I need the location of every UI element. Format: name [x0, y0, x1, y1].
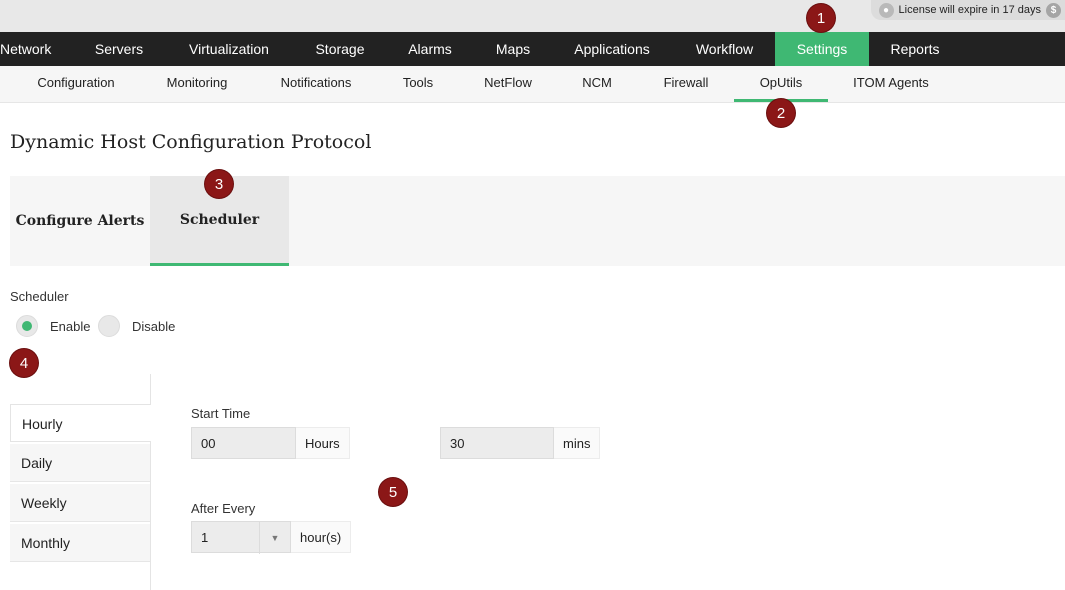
sub-nav: Configuration Monitoring Notifications T… [0, 66, 1065, 103]
caret-down-icon[interactable]: ▼ [259, 522, 290, 554]
enable-label[interactable]: Enable [50, 319, 90, 334]
callout-2: 2 [767, 99, 795, 127]
license-strip: ● License will expire in 17 days $ [0, 0, 1065, 32]
after-every-select[interactable]: 1 ▼ [191, 521, 291, 554]
nav-maps[interactable]: Maps [476, 32, 550, 66]
page-title: Dynamic Host Configuration Protocol [10, 131, 372, 153]
nav-network[interactable]: Network [0, 32, 76, 66]
disable-label[interactable]: Disable [132, 319, 175, 334]
start-time-label: Start Time [191, 406, 251, 421]
nav-alarms[interactable]: Alarms [384, 32, 476, 66]
nav-settings[interactable]: Settings [775, 32, 869, 66]
license-notice[interactable]: ● License will expire in 17 days $ [870, 0, 1065, 20]
badge-icon: ● [878, 2, 894, 18]
nav-applications[interactable]: Applications [550, 32, 674, 66]
tab-configure-alerts[interactable]: Configure Alerts [10, 176, 150, 266]
subnav-tools[interactable]: Tools [390, 66, 446, 102]
subnav-netflow[interactable]: NetFlow [470, 66, 546, 102]
subnav-monitoring[interactable]: Monitoring [150, 66, 244, 102]
nav-servers[interactable]: Servers [76, 32, 162, 66]
main-nav: Network Servers Virtualization Storage A… [0, 32, 1065, 66]
hours-unit: Hours [296, 427, 350, 459]
callout-5: 5 [379, 478, 407, 506]
nav-virtualization[interactable]: Virtualization [162, 32, 296, 66]
subnav-oputils[interactable]: OpUtils [734, 66, 828, 102]
nav-workflow[interactable]: Workflow [674, 32, 775, 66]
callout-3: 3 [205, 170, 233, 198]
frequency-weekly[interactable]: Weekly [10, 484, 150, 522]
license-text: License will expire in 17 days [898, 4, 1041, 16]
subnav-configuration[interactable]: Configuration [22, 66, 130, 102]
hour-unit: hour(s) [291, 521, 351, 553]
start-hours-input[interactable]: 00 [191, 427, 296, 459]
subnav-ncm[interactable]: NCM [570, 66, 624, 102]
after-every-value: 1 [201, 530, 209, 545]
start-mins-input[interactable]: 30 [440, 427, 554, 459]
callout-1: 1 [807, 4, 835, 32]
callout-4: 4 [10, 349, 38, 377]
enable-radio[interactable] [16, 315, 38, 337]
frequency-daily[interactable]: Daily [10, 444, 150, 482]
dollar-icon[interactable]: $ [1046, 2, 1061, 18]
after-every-label: After Every [191, 501, 256, 516]
scheduler-label: Scheduler [10, 289, 69, 304]
subnav-firewall[interactable]: Firewall [648, 66, 724, 102]
nav-reports[interactable]: Reports [869, 32, 961, 66]
subnav-notifications[interactable]: Notifications [266, 66, 366, 102]
nav-storage[interactable]: Storage [296, 32, 384, 66]
disable-radio[interactable] [98, 315, 120, 337]
mins-unit: mins [554, 427, 600, 459]
frequency-monthly[interactable]: Monthly [10, 524, 150, 562]
subnav-itom-agents[interactable]: ITOM Agents [842, 66, 940, 102]
tab-bar: Configure Alerts Scheduler [10, 176, 1065, 266]
frequency-hourly[interactable]: Hourly [10, 404, 151, 442]
